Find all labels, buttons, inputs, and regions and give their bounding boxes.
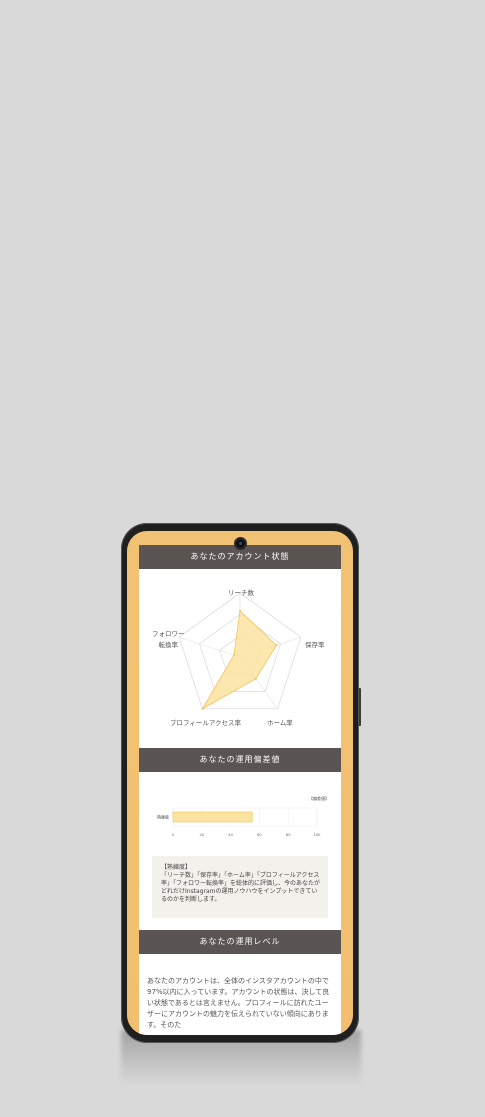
- bar-tick-label: 80: [286, 833, 291, 837]
- bar-legend: 【偏差値】: [309, 795, 329, 801]
- report-content[interactable]: あなたのアカウント状態 リーチ数 保存率 ホーム率 プロフィールアクセス率 フォ…: [139, 545, 341, 1035]
- deviation-bar-chart: 【偏差値】 0 20 40 60 80 100 熟練度: [157, 795, 329, 837]
- radar-data-point: [254, 677, 257, 680]
- bar-tick-label: 60: [257, 833, 262, 837]
- bar-category-label: 熟練度: [157, 814, 169, 820]
- radar-label-follower: フォロワー 転換率: [152, 629, 185, 651]
- radar-data-point: [201, 707, 204, 710]
- level-card: あなたのアカウントは、全体のインスタアカウントの中で97%以内に入っています。ア…: [139, 954, 341, 1035]
- skill-note-body: 「リーチ数」「保存率」「ホーム率」「プロフィールアクセス率」「フォロワー転換率」…: [161, 872, 321, 903]
- radar-axis-line: [179, 636, 241, 658]
- radar-label-reach: リーチ数: [228, 589, 254, 597]
- level-description: あなたのアカウントは、全体のインスタアカウントの中で97%以内に入っています。ア…: [147, 977, 330, 1029]
- radar-data-point: [232, 654, 235, 657]
- camera-icon: [236, 539, 245, 548]
- radar-data-area: [201, 610, 278, 710]
- radar-data-point: [239, 609, 241, 612]
- radar-label-follower-line2: 転換率: [158, 641, 179, 649]
- radar-label-save: 保存率: [305, 641, 325, 649]
- account-status-header: あなたのアカウント状態: [139, 545, 341, 569]
- radar-label-home: ホーム率: [267, 719, 293, 727]
- deviation-card: 【偏差値】 0 20 40 60 80 100 熟練度 【熟練度】 「リーチ数」「保存率」「ホ…: [139, 772, 341, 930]
- radar-data-point: [275, 644, 278, 647]
- skill-note-title: 【熟練度】: [161, 864, 192, 871]
- bar-tick-label: 100: [314, 833, 322, 837]
- radar-chart-card: リーチ数 保存率 ホーム率 プロフィールアクセス率 フォロワー 転換率: [139, 569, 341, 748]
- radar-label-follower-line1: フォロワー: [152, 630, 185, 638]
- bar-value: [172, 811, 253, 823]
- bar-tick-label: 40: [228, 833, 233, 837]
- deviation-header: あなたの運用偏差値: [139, 748, 341, 772]
- bar-tick-label: 0: [172, 833, 175, 837]
- phone-screen[interactable]: あなたのアカウント状態 リーチ数 保存率 ホーム率 プロフィールアクセス率 フォ…: [127, 531, 353, 1035]
- skill-note: 【熟練度】 「リーチ数」「保存率」「ホーム率」「プロフィールアクセス率」「フォロ…: [152, 856, 328, 918]
- bar-tick-label: 20: [200, 833, 205, 837]
- phone-frame: あなたのアカウント状態 リーチ数 保存率 ホーム率 プロフィールアクセス率 フォ…: [121, 523, 359, 1043]
- radar-label-profile: プロフィールアクセス率: [170, 719, 242, 727]
- level-header: あなたの運用レベル: [139, 930, 341, 954]
